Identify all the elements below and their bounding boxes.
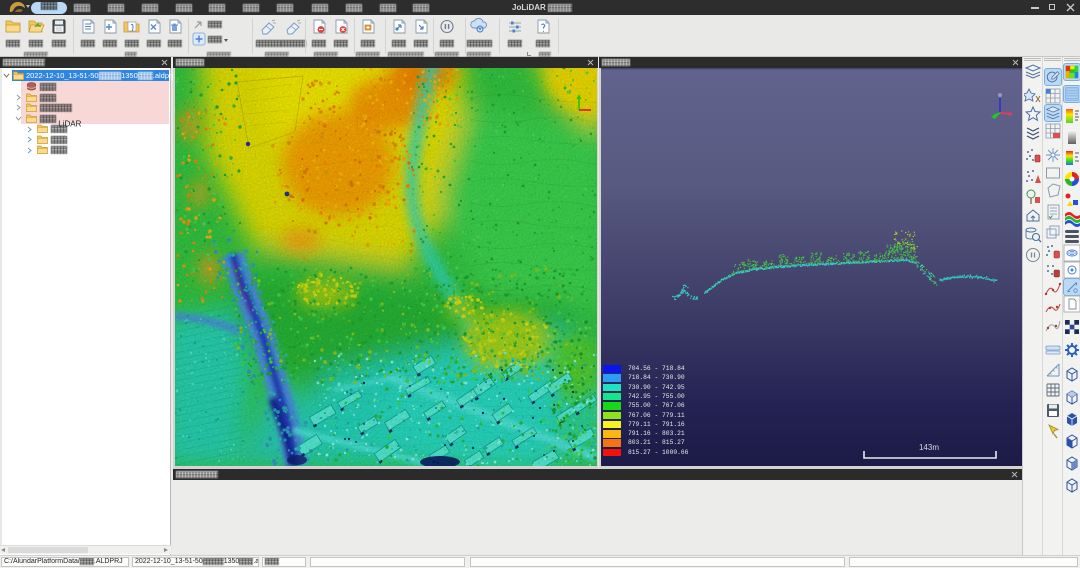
- svg-text:143m: 143m: [919, 443, 939, 452]
